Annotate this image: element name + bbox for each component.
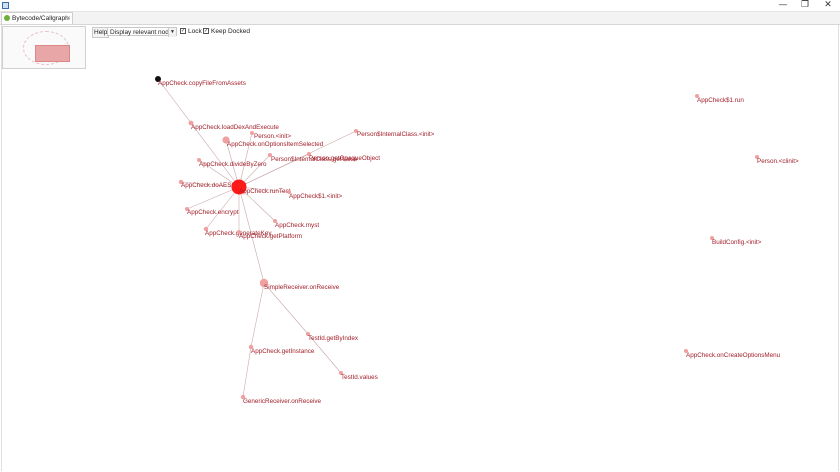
callgraph-node[interactable]: AppCheck.copyFileFromAssets — [155, 76, 246, 87]
callgraph-node[interactable]: AppCheck.loadDexAndExecute — [188, 120, 280, 131]
callgraph-node-label[interactable]: AppCheck.getPlatform — [239, 233, 302, 240]
callgraph-node-label[interactable]: TestId.values — [341, 374, 378, 381]
callgraph-node[interactable]: AppCheck.getInstance — [248, 344, 315, 355]
callgraph-node[interactable]: TestId.getByIndex — [306, 332, 359, 342]
callgraph-edge — [242, 346, 252, 398]
callgraph-node[interactable]: TestId.values — [339, 371, 378, 381]
callgraph-edge — [250, 282, 265, 348]
callgraph-node-label[interactable]: AppCheck.myst — [275, 222, 319, 229]
callgraph-node-label[interactable]: Person$InternalClass.<init> — [357, 131, 435, 138]
callgraph-node-label[interactable]: Person.getOpaqueObject — [309, 155, 380, 162]
callgraph-node[interactable]: BuildConfig.<init> — [710, 236, 762, 246]
callgraph-node[interactable]: SimpleReceiver.onReceive — [259, 278, 340, 291]
callgraph: AppCheck.copyFileFromAssets AppCheck.load… — [155, 76, 799, 405]
callgraph-node[interactable]: AppCheck.runTest — [231, 179, 291, 196]
callgraph-node-label[interactable]: GenericReceiver.onReceive — [243, 398, 322, 405]
callgraph-node[interactable]: AppCheck$1.run — [695, 94, 744, 104]
callgraph-edge — [186, 186, 240, 210]
callgraph-node[interactable]: Person.<clinit> — [755, 155, 799, 165]
callgraph-edge — [190, 122, 240, 188]
callgraph-node-label[interactable]: Person.<init> — [254, 133, 291, 140]
callgraph-node-label[interactable]: AppCheck.getInstance — [251, 348, 315, 355]
callgraph-node-label[interactable]: AppCheck.onOptionsItemSelected — [227, 141, 324, 148]
callgraph-node[interactable]: AppCheck.onCreateOptionsMenu — [684, 349, 781, 359]
callgraph-node-label[interactable]: AppCheck$1.<init> — [289, 193, 343, 200]
callgraph-node-label[interactable]: Person.<clinit> — [757, 158, 799, 165]
callgraph-node-label[interactable]: AppCheck.loadDexAndExecute — [191, 124, 279, 131]
callgraph-node[interactable]: GenericReceiver.onReceive — [240, 394, 322, 405]
callgraph-node[interactable]: Person.<init> — [250, 131, 291, 140]
lock-checkbox[interactable]: ✓ — [180, 28, 186, 34]
callgraph-node-label[interactable]: SimpleReceiver.onReceive — [264, 284, 340, 291]
keep-docked-checkbox[interactable]: ✓ — [203, 28, 209, 34]
overview-viewport[interactable] — [35, 45, 70, 62]
callgraph-node-label[interactable]: AppCheck.runTest — [239, 188, 291, 195]
callgraph-node[interactable]: AppCheck.myst — [273, 219, 319, 229]
callgraph-node-label[interactable]: AppCheck$1.run — [697, 97, 744, 104]
callgraph-node-label[interactable]: AppCheck.onCreateOptionsMenu — [686, 352, 781, 359]
callgraph-node[interactable]: Person.getOpaqueObject — [307, 152, 380, 162]
callgraph-node[interactable]: Person$InternalClass.<init> — [354, 129, 435, 138]
lock-label: Lock — [188, 28, 202, 35]
callgraph-node[interactable]: AppCheck.divideByZero — [197, 158, 267, 168]
keep-docked-label: Keep Docked — [211, 28, 251, 35]
callgraph-node-label[interactable]: AppCheck.divideByZero — [199, 161, 267, 168]
callgraph-node-label[interactable]: AppCheck.copyFileFromAssets — [158, 80, 246, 87]
callgraph-edge — [205, 186, 240, 230]
callgraph-node-label[interactable]: AppCheck.encrypt — [187, 209, 239, 216]
callgraph-node-label[interactable]: BuildConfig.<init> — [712, 239, 762, 246]
overview-minimap[interactable] — [2, 26, 86, 69]
callgraph-node[interactable]: AppCheck.encrypt — [185, 207, 239, 216]
callgraph-node-label[interactable]: TestId.getByIndex — [308, 335, 359, 342]
callgraph-node[interactable]: AppCheck$1.<init> — [287, 190, 343, 200]
filter-select-value: Display relevant nodes — [110, 29, 176, 36]
chevron-down-icon[interactable]: ▼ — [168, 28, 176, 37]
filter-select[interactable]: Display relevant nodes ▼ — [107, 27, 177, 37]
